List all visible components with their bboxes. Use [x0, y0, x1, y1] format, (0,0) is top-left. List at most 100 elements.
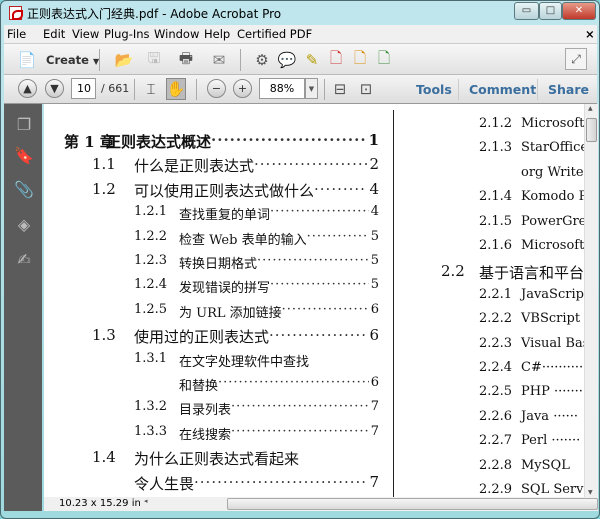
toc-entry-number: 2.2.9	[479, 482, 513, 497]
toc-leader-dots	[257, 253, 369, 272]
toc-entry[interactable]: 1.3.1 在文字处理软件中查找	[134, 351, 379, 370]
zoom-level-input[interactable]: 88%	[259, 78, 305, 99]
toc-entry[interactable]: 2.1.4 Komodo R	[479, 189, 584, 204]
toc-entry[interactable]: 2.2.1 JavaScript	[479, 287, 584, 302]
toc-entry[interactable]: 1.2.2 检查 Web 表单的输入 5	[134, 229, 379, 248]
toc-entry-number: 2.2.5	[479, 384, 513, 400]
toc-entry[interactable]: 1.2.4 发现错误的拼写 5	[134, 277, 379, 296]
close-button[interactable]: ✕	[562, 2, 596, 20]
share-tab[interactable]: Share	[548, 82, 589, 97]
toc-entry-title: 使用过的正则表达式	[134, 328, 270, 347]
page-thumbnails-icon[interactable]: ❐	[14, 114, 34, 134]
vertical-scroll-thumb[interactable]	[586, 118, 597, 142]
toc-entry-title: 令人生畏	[134, 474, 195, 493]
text-edit-icon[interactable]: ✎	[302, 49, 322, 71]
toc-entry-page: 2	[369, 155, 379, 174]
toc-entry[interactable]: 令人生畏 7	[92, 473, 379, 494]
toc-entry[interactable]: org Writer	[479, 165, 584, 180]
zoom-in-icon[interactable]: +	[233, 79, 252, 98]
horizontal-scroll-thumb[interactable]	[227, 498, 598, 510]
page-number-input[interactable]: 10	[71, 78, 96, 99]
open-folder-icon[interactable]: 📂	[112, 49, 136, 71]
scroll-left-icon[interactable]: ◂	[144, 497, 148, 505]
bookmarks-icon[interactable]: 🔖	[14, 145, 34, 165]
menu-certified-pdf[interactable]: Certified PDF	[237, 27, 312, 41]
toc-entry[interactable]: 2.2 基于语言和平台	[441, 262, 584, 283]
toc-entry-page: 6	[370, 375, 379, 390]
close-document-icon[interactable]: ×	[585, 27, 595, 41]
vertical-scrollbar[interactable]: ▲ ▼	[584, 104, 598, 497]
toc-entry-number: 1.2.2	[134, 228, 168, 244]
menu-file[interactable]: File	[7, 27, 26, 41]
print-icon[interactable]: 🖶	[176, 49, 196, 71]
delete-page-icon[interactable]: 🗋	[326, 49, 346, 71]
previous-page-icon[interactable]: ▲	[18, 79, 37, 98]
toc-entry[interactable]: 2.1.2 Microsoft	[479, 116, 584, 131]
toc-entry[interactable]: 2.2.7 Perl ·······	[479, 433, 580, 448]
toc-entry[interactable]: 1.2.3 转换日期格式 5	[134, 253, 379, 272]
toc-entry[interactable]: 1.3 使用过的正则表达式 6	[92, 326, 379, 347]
zoom-dropdown-chevron-icon[interactable]: ▼	[305, 78, 318, 99]
save-icon[interactable]: 🖫	[144, 49, 164, 71]
menu-help[interactable]: Help	[204, 27, 230, 41]
acrobat-window: 正则表达式入门经典.pdf - Adobe Acrobat Pro ▭ □ ✕ …	[0, 0, 600, 519]
create-button[interactable]: Create ▼	[46, 53, 99, 67]
menu-window[interactable]: Window	[154, 27, 199, 41]
email-icon[interactable]: ✉	[208, 49, 230, 71]
toc-leader-dots	[231, 424, 369, 443]
toc-entry[interactable]: 2.1.6 Microsoft	[479, 238, 584, 253]
menu-edit[interactable]: Edit	[43, 27, 65, 41]
toc-entry[interactable]: 2.2.6 Java ······	[479, 409, 578, 424]
toc-entry[interactable]: 1.3.2 目录列表 7	[134, 399, 379, 418]
create-label: Create	[46, 53, 89, 67]
extract-page-icon[interactable]: 🗋	[374, 49, 394, 71]
full-screen-icon[interactable]: ⤢	[565, 48, 587, 70]
toc-entry[interactable]: 2.2.9 SQL Server	[479, 482, 584, 497]
scroll-down-icon[interactable]: ▼	[588, 489, 593, 496]
toc-entry[interactable]: 1.4 为什么正则表达式看起来	[92, 448, 379, 469]
comment-tab[interactable]: Comment	[469, 82, 536, 97]
toc-entry-title: 在文字处理软件中查找	[179, 354, 310, 370]
attachments-icon[interactable]: 📎	[14, 179, 34, 199]
select-tool-icon[interactable]: ⌶	[142, 78, 160, 100]
toc-entry-title: Visual Basic	[521, 335, 584, 351]
toc-entry-page: 6	[369, 326, 379, 345]
next-page-icon[interactable]: ▼	[45, 79, 64, 98]
comment-bubble-icon[interactable]: 💬	[277, 49, 297, 71]
fit-page-icon[interactable]: ⊡	[357, 78, 375, 100]
toc-entry[interactable]: 1.3.3 在线搜索 7	[134, 424, 379, 443]
menu-plug-ins[interactable]: Plug-Ins	[104, 27, 150, 41]
pdf-page-view[interactable]: 第 1 章正则表达式概述 1 1.1 什么是正则表达式 2 1.2 可以使用正则表达式做什么…	[44, 104, 584, 497]
toc-entry[interactable]: 和替换 6	[134, 375, 379, 394]
toc-entry[interactable]: 2.2.2 VBScript	[479, 311, 580, 326]
toc-entry[interactable]: 2.2.3 Visual Basic	[479, 336, 584, 351]
gear-icon[interactable]: ⚙	[252, 49, 272, 71]
hand-tool-icon[interactable]: ✋	[166, 78, 186, 100]
rotate-page-icon[interactable]: 🗋	[350, 49, 370, 71]
toc-entry[interactable]: 1.2.5 为 URL 添加链接 6	[134, 302, 379, 321]
scroll-up-icon[interactable]: ▲	[588, 105, 593, 112]
maximize-button[interactable]: □	[539, 2, 562, 20]
toc-entry-title: 发现错误的拼写	[179, 281, 271, 297]
minimize-button[interactable]: ▭	[514, 2, 539, 20]
toc-entry[interactable]: 1.2 可以使用正则表达式做什么 4	[92, 180, 379, 201]
toc-entry-title: C#··········	[521, 360, 584, 375]
layers-icon[interactable]: ◈	[14, 214, 34, 234]
toc-entry[interactable]: 2.2.5 PHP ·······	[479, 384, 583, 399]
toc-entry[interactable]: 1.2.1 查找重复的单词 4	[134, 204, 379, 223]
tools-tab[interactable]: Tools	[416, 82, 452, 97]
toc-entry-title: 正则表达式概述	[106, 133, 212, 151]
menu-view[interactable]: View	[72, 27, 99, 41]
signatures-icon[interactable]: ✍	[14, 249, 34, 269]
toc-entry-number: 1.1	[92, 155, 116, 174]
toc-entry[interactable]: 2.1.5 PowerGrep	[479, 214, 584, 229]
toc-entry[interactable]: 2.2.4 C#··········	[479, 360, 583, 375]
toc-entry[interactable]: 第 1 章正则表达式概述 1	[64, 131, 379, 152]
scrolling-mode-icon[interactable]: ⊟	[331, 78, 349, 100]
toc-entry[interactable]: 1.1 什么是正则表达式 2	[92, 155, 379, 176]
zoom-out-icon[interactable]: −	[207, 79, 226, 98]
toc-entry-number: 1.3.3	[134, 423, 168, 439]
toc-entry[interactable]: 2.2.8 MySQL	[479, 458, 570, 473]
toc-entry-page: 5	[370, 253, 379, 268]
toc-entry[interactable]: 2.1.3 StarOffice	[479, 140, 584, 155]
